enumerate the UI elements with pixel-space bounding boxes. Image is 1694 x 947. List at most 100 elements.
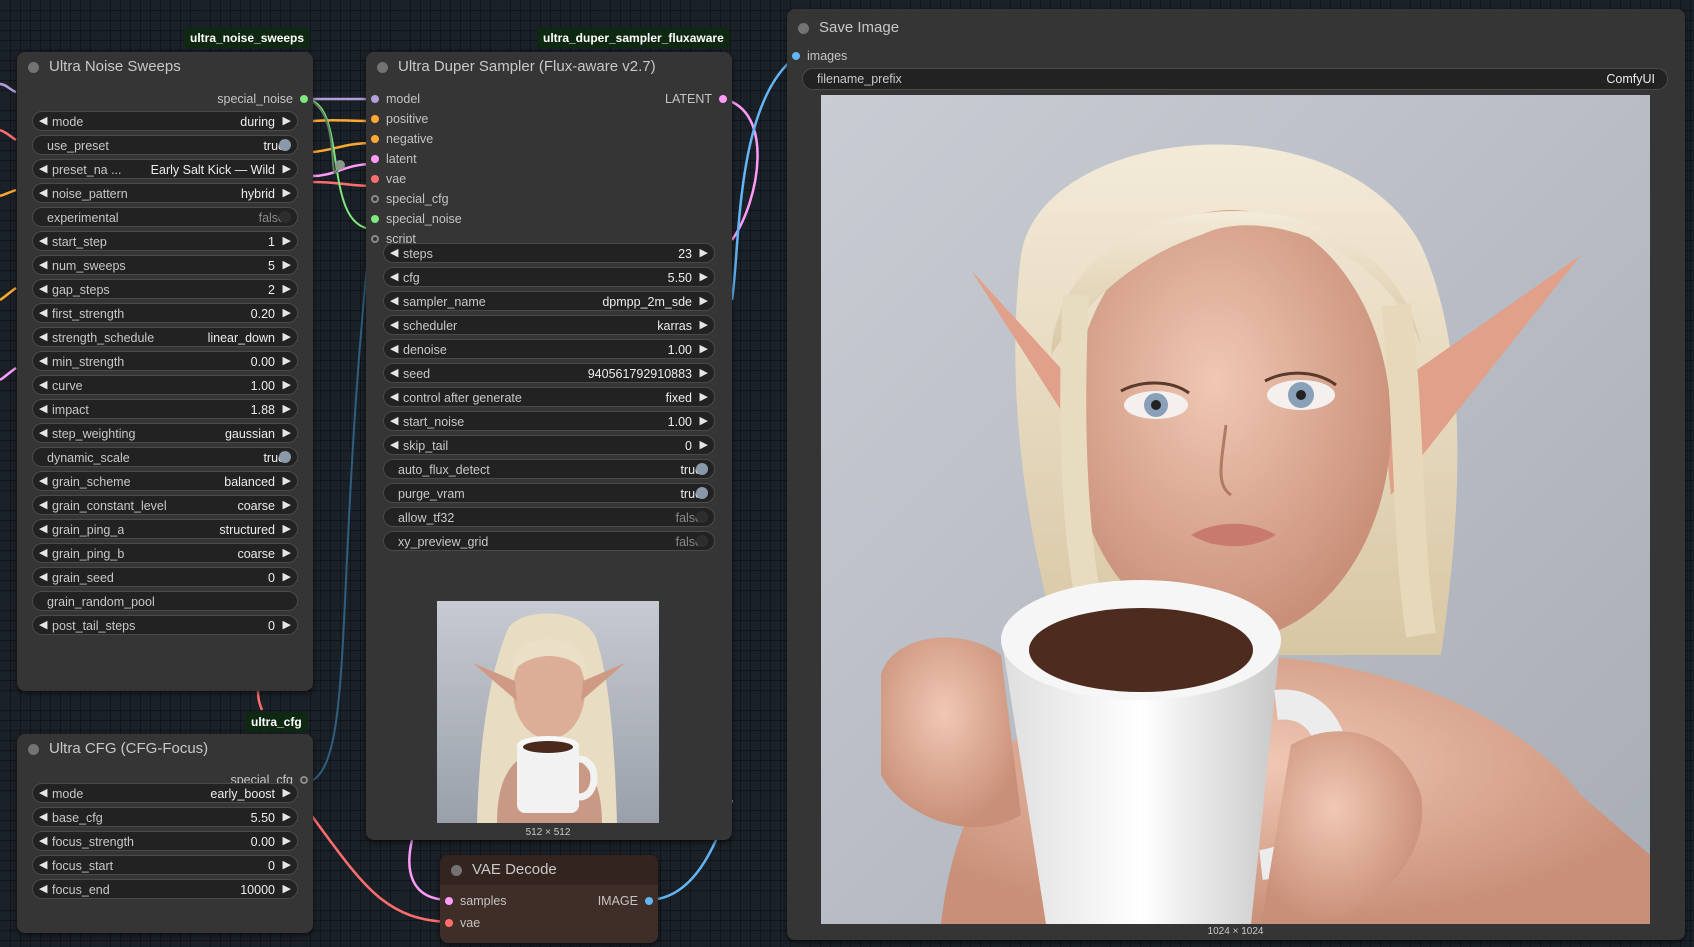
toggle-knob-icon[interactable] (696, 463, 708, 475)
increment-arrow-icon[interactable]: ▶ (700, 364, 708, 383)
decrement-arrow-icon[interactable]: ◀ (39, 424, 47, 443)
decrement-arrow-icon[interactable]: ◀ (390, 316, 398, 335)
increment-arrow-icon[interactable]: ▶ (700, 340, 708, 359)
increment-arrow-icon[interactable]: ▶ (283, 328, 291, 347)
increment-arrow-icon[interactable]: ▶ (700, 268, 708, 287)
input-dot-icon[interactable] (371, 115, 379, 123)
increment-arrow-icon[interactable]: ▶ (283, 376, 291, 395)
increment-arrow-icon[interactable]: ▶ (283, 568, 291, 587)
widget-focus-start[interactable]: ◀ focus_start 0 ▶ (32, 855, 298, 875)
increment-arrow-icon[interactable]: ▶ (283, 784, 291, 803)
widget-base-cfg[interactable]: ◀ base_cfg 5.50 ▶ (32, 807, 298, 827)
collapse-dot-icon[interactable] (28, 62, 39, 73)
widget-grain-scheme[interactable]: ◀ grain_scheme balanced ▶ (32, 471, 298, 491)
filename-prefix-field[interactable]: filename_prefix ComfyUI (802, 68, 1668, 90)
increment-arrow-icon[interactable]: ▶ (283, 472, 291, 491)
node-save-image[interactable]: Save Image images filename_prefix ComfyU… (787, 9, 1685, 940)
widget-post-tail-steps[interactable]: ◀ post_tail_steps 0 ▶ (32, 615, 298, 635)
output-dot-icon[interactable] (300, 95, 308, 103)
widget-auto-flux-detect[interactable]: auto_flux_detect true (383, 459, 715, 479)
increment-arrow-icon[interactable]: ▶ (283, 184, 291, 203)
widget-control-after-generate[interactable]: ◀ control after generate fixed ▶ (383, 387, 715, 407)
increment-arrow-icon[interactable]: ▶ (283, 424, 291, 443)
toggle-knob-icon[interactable] (696, 535, 708, 547)
widget-grain-seed[interactable]: ◀ grain_seed 0 ▶ (32, 567, 298, 587)
output-dot-icon[interactable] (300, 776, 308, 784)
widget-mode[interactable]: ◀ mode early_boost ▶ (32, 783, 298, 803)
toggle-knob-icon[interactable] (696, 487, 708, 499)
input-samples[interactable]: samples (440, 891, 507, 911)
input-dot-icon[interactable] (445, 897, 453, 905)
decrement-arrow-icon[interactable]: ◀ (39, 856, 47, 875)
node-vae-decode[interactable]: VAE Decode samples vae IMAGE (440, 855, 658, 943)
decrement-arrow-icon[interactable]: ◀ (39, 544, 47, 563)
decrement-arrow-icon[interactable]: ◀ (390, 268, 398, 287)
node-title-bar[interactable]: Save Image (787, 13, 1685, 43)
widget-purge-vram[interactable]: purge_vram true (383, 483, 715, 503)
decrement-arrow-icon[interactable]: ◀ (39, 520, 47, 539)
widget-focus-end[interactable]: ◀ focus_end 10000 ▶ (32, 879, 298, 899)
output-latent[interactable]: LATENT (562, 89, 732, 109)
widget-denoise[interactable]: ◀ denoise 1.00 ▶ (383, 339, 715, 359)
node-title-bar[interactable]: VAE Decode (440, 855, 658, 885)
toggle-knob-icon[interactable] (279, 451, 291, 463)
input-dot-icon[interactable] (445, 919, 453, 927)
input-dot-icon[interactable] (371, 195, 379, 203)
decrement-arrow-icon[interactable]: ◀ (39, 112, 47, 131)
node-ultra-cfg[interactable]: Ultra CFG (CFG-Focus) special_cfg ◀ mode e… (17, 734, 313, 933)
widget-grain-ping-b[interactable]: ◀ grain_ping_b coarse ▶ (32, 543, 298, 563)
widget-strength-schedule[interactable]: ◀ strength_schedule linear_down ▶ (32, 327, 298, 347)
widget-gap-steps[interactable]: ◀ gap_steps 2 ▶ (32, 279, 298, 299)
output-image[interactable]: IMAGE (518, 891, 658, 911)
output-special-noise[interactable]: special_noise (93, 89, 313, 109)
node-title-bar[interactable]: Ultra Duper Sampler (Flux-aware v2.7) (366, 52, 732, 82)
decrement-arrow-icon[interactable]: ◀ (39, 880, 47, 899)
increment-arrow-icon[interactable]: ▶ (283, 352, 291, 371)
toggle-knob-icon[interactable] (279, 211, 291, 223)
input-positive[interactable]: positive (366, 109, 428, 129)
widget-cfg[interactable]: ◀ cfg 5.50 ▶ (383, 267, 715, 287)
decrement-arrow-icon[interactable]: ◀ (39, 616, 47, 635)
increment-arrow-icon[interactable]: ▶ (700, 436, 708, 455)
decrement-arrow-icon[interactable]: ◀ (39, 496, 47, 515)
output-dot-icon[interactable] (645, 897, 653, 905)
input-dot-icon[interactable] (371, 95, 379, 103)
toggle-knob-icon[interactable] (279, 139, 291, 151)
node-ultra-duper-sampler[interactable]: Ultra Duper Sampler (Flux-aware v2.7) LA… (366, 52, 732, 840)
widget-xy-preview-grid[interactable]: xy_preview_grid false (383, 531, 715, 551)
output-dot-icon[interactable] (719, 95, 727, 103)
decrement-arrow-icon[interactable]: ◀ (39, 328, 47, 347)
widget-start-step[interactable]: ◀ start_step 1 ▶ (32, 231, 298, 251)
decrement-arrow-icon[interactable]: ◀ (39, 376, 47, 395)
decrement-arrow-icon[interactable]: ◀ (39, 280, 47, 299)
increment-arrow-icon[interactable]: ▶ (283, 856, 291, 875)
collapse-dot-icon[interactable] (798, 23, 809, 34)
decrement-arrow-icon[interactable]: ◀ (390, 364, 398, 383)
widget-grain-ping-a[interactable]: ◀ grain_ping_a structured ▶ (32, 519, 298, 539)
input-latent[interactable]: latent (366, 149, 417, 169)
input-dot-icon[interactable] (371, 155, 379, 163)
widget-scheduler[interactable]: ◀ scheduler karras ▶ (383, 315, 715, 335)
widget-seed[interactable]: ◀ seed 940561792910883 ▶ (383, 363, 715, 383)
widget-experimental[interactable]: experimental false (32, 207, 298, 227)
widget-preset-na[interactable]: ◀ preset_na ... Early Salt Kick — Wild ▶ (32, 159, 298, 179)
widget-noise-pattern[interactable]: ◀ noise_pattern hybrid ▶ (32, 183, 298, 203)
widget-grain-random-pool[interactable]: grain_random_pool (32, 591, 298, 611)
increment-arrow-icon[interactable]: ▶ (283, 232, 291, 251)
widget-focus-strength[interactable]: ◀ focus_strength 0.00 ▶ (32, 831, 298, 851)
decrement-arrow-icon[interactable]: ◀ (39, 472, 47, 491)
widget-min-strength[interactable]: ◀ min_strength 0.00 ▶ (32, 351, 298, 371)
input-special-cfg[interactable]: special_cfg (366, 189, 449, 209)
collapse-dot-icon[interactable] (377, 62, 388, 73)
decrement-arrow-icon[interactable]: ◀ (39, 232, 47, 251)
widget-allow-tf32[interactable]: allow_tf32 false (383, 507, 715, 527)
decrement-arrow-icon[interactable]: ◀ (39, 400, 47, 419)
decrement-arrow-icon[interactable]: ◀ (39, 832, 47, 851)
widget-first-strength[interactable]: ◀ first_strength 0.20 ▶ (32, 303, 298, 323)
widget-step-weighting[interactable]: ◀ step_weighting gaussian ▶ (32, 423, 298, 443)
node-ultra-noise-sweeps[interactable]: Ultra Noise Sweeps special_noise ◀ mode du… (17, 52, 313, 691)
widget-dynamic-scale[interactable]: dynamic_scale true (32, 447, 298, 467)
input-dot-icon[interactable] (371, 235, 379, 243)
decrement-arrow-icon[interactable]: ◀ (39, 256, 47, 275)
decrement-arrow-icon[interactable]: ◀ (39, 304, 47, 323)
